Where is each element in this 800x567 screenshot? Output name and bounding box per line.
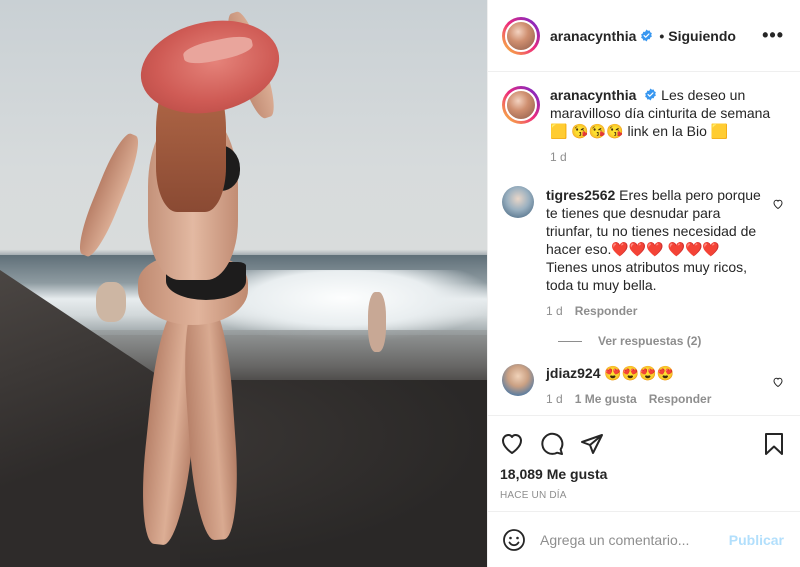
profile-avatar[interactable] <box>502 16 540 55</box>
comment-body: jdiaz924 😍😍😍😍 1 d 1 Me gusta Responder <box>546 364 784 406</box>
comment-username[interactable]: jdiaz924 <box>546 365 600 381</box>
caption-row: aranacynthia Les deseo un maravilloso dí… <box>502 86 784 164</box>
add-comment-bar: Publicar <box>488 511 800 567</box>
like-comment-heart-icon[interactable] <box>772 376 784 388</box>
comment-bubble-icon[interactable] <box>540 432 564 456</box>
replies-divider <box>558 340 582 342</box>
commenter-avatar[interactable] <box>502 364 534 396</box>
post-header: aranacynthia • Siguiendo ••• <box>488 0 800 72</box>
figure-arm-left <box>72 129 146 261</box>
header-username[interactable]: aranacynthia <box>550 28 636 44</box>
following-button[interactable]: Siguiendo <box>668 28 736 44</box>
likes-count[interactable]: 18,089 Me gusta <box>500 466 786 482</box>
comment-time[interactable]: 1 d <box>546 392 563 406</box>
comments-list[interactable]: aranacynthia Les deseo un maravilloso dí… <box>488 72 800 415</box>
save-bookmark-icon[interactable] <box>762 432 786 456</box>
photo-woman-figure <box>72 0 288 567</box>
comment-row: jdiaz924 😍😍😍😍 1 d 1 Me gusta Responder <box>502 364 784 406</box>
comment-body: tigres2562 Eres bella pero porque te tie… <box>546 186 784 318</box>
comment-likes[interactable]: 1 Me gusta <box>575 392 637 406</box>
like-comment-heart-icon[interactable] <box>772 198 784 210</box>
header-separator: • <box>659 27 665 44</box>
post-timestamp[interactable]: HACE UN DÍA <box>500 490 786 501</box>
comment-meta: 1 d Responder <box>546 304 762 318</box>
comment-meta: 1 d 1 Me gusta Responder <box>546 392 784 406</box>
verified-badge-icon <box>645 88 657 101</box>
comment-text: 😍😍😍😍 <box>604 365 675 381</box>
view-replies-button[interactable]: Ver respuestas (2) <box>558 334 784 348</box>
comment-time[interactable]: 1 d <box>546 304 563 318</box>
photo-walking-girl <box>368 292 386 352</box>
post-photo[interactable] <box>0 0 487 567</box>
commenter-avatar[interactable] <box>502 186 534 218</box>
like-heart-icon[interactable] <box>500 432 524 456</box>
comment-text-block: jdiaz924 😍😍😍😍 <box>546 364 784 382</box>
action-icons <box>500 424 786 464</box>
avatar-image <box>505 19 537 52</box>
comment-text-block: tigres2562 Eres bella pero porque te tie… <box>546 186 762 294</box>
caption-time[interactable]: 1 d <box>550 150 567 164</box>
emoji-smiley-icon[interactable] <box>502 528 526 552</box>
caption-meta: 1 d <box>550 150 784 164</box>
figure-leg-right <box>179 298 243 542</box>
caption-text-block: aranacynthia Les deseo un maravilloso dí… <box>550 86 784 140</box>
caption-body: aranacynthia Les deseo un maravilloso dí… <box>550 86 784 164</box>
reply-button[interactable]: Responder <box>575 304 638 318</box>
post-side-panel: aranacynthia • Siguiendo ••• aranacynthi… <box>487 0 800 567</box>
publish-button[interactable]: Publicar <box>729 532 784 548</box>
reply-button[interactable]: Responder <box>649 392 712 406</box>
comment-username[interactable]: tigres2562 <box>546 187 615 203</box>
comment-row: tigres2562 Eres bella pero porque te tie… <box>502 186 784 318</box>
post-actions: 18,089 Me gusta HACE UN DÍA <box>488 415 800 501</box>
view-replies-label: Ver respuestas (2) <box>598 334 702 348</box>
instagram-post: aranacynthia • Siguiendo ••• aranacynthi… <box>0 0 800 567</box>
caption-username[interactable]: aranacynthia <box>550 87 636 103</box>
caption-avatar[interactable] <box>502 86 540 124</box>
verified-badge-icon <box>641 29 653 42</box>
comment-input[interactable] <box>540 531 729 548</box>
more-options-icon[interactable]: ••• <box>762 25 784 46</box>
caption-avatar-image <box>505 89 537 121</box>
share-paper-plane-icon[interactable] <box>580 432 604 456</box>
